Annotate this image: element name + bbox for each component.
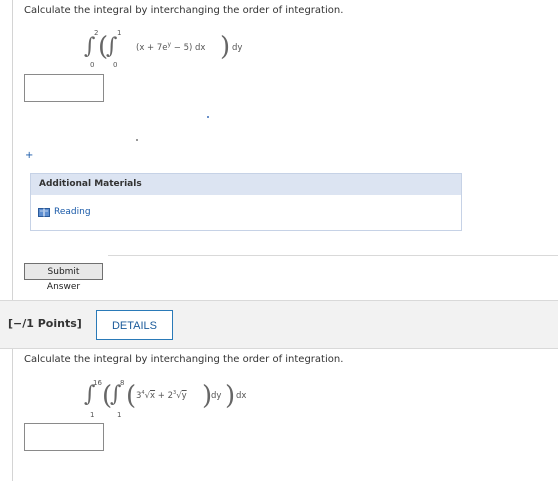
left-border-rule (12, 0, 13, 481)
question1-prompt: Calculate the integral by interchanging … (24, 5, 344, 16)
term2-radicand: y (181, 391, 187, 401)
outer-lower-limit: 0 (90, 61, 95, 69)
inner-upper-limit: 1 (117, 29, 122, 37)
submit-answer-button[interactable]: Submit Answer (24, 263, 103, 292)
outer-upper-limit: 16 (93, 379, 102, 387)
inner-upper-limit: 8 (120, 379, 125, 387)
reading-label: Reading (54, 207, 91, 217)
inner-integral-sign: ∫ (106, 34, 118, 59)
details-button[interactable]: DETAILS (96, 310, 173, 340)
question1-outer-differential: dy (232, 43, 243, 53)
question2-bottom-rule (0, 348, 558, 349)
book-icon (38, 208, 50, 217)
inner-open-paren: ( (126, 381, 137, 411)
additional-materials-panel: Additional Materials Reading (30, 173, 462, 231)
stray-dot-grey (136, 139, 138, 141)
integrand-close: − 5) dx (171, 43, 206, 53)
inner-lower-limit: 1 (117, 411, 122, 419)
outer-lower-limit: 1 (90, 411, 95, 419)
question2-integrand: 34√x + 23√y (136, 391, 187, 401)
question2-prompt: Calculate the integral by interchanging … (24, 354, 344, 365)
inner-integral-sign: ∫ (110, 382, 122, 407)
question2-answer-input[interactable] (24, 423, 104, 451)
question1-integral: ∫ 2 0 ( ∫ 1 0 (x + 7ey − 5) dx ) dy (84, 28, 284, 72)
question2-outer-differential: dx (236, 391, 247, 401)
stray-dot-blue (207, 116, 209, 118)
question2-inner-differential: dy (211, 391, 222, 401)
plus-marker-icon: + (25, 150, 34, 161)
outer-close-paren: ) (225, 381, 236, 411)
outer-close-paren: ) (220, 32, 231, 62)
outer-integral-sign: ∫ (84, 34, 96, 59)
outer-integral-sign: ∫ (84, 382, 96, 407)
integrand-open: (x + 7e (136, 43, 168, 53)
question2-integral: ∫ 16 1 ( ∫ 8 1 ( 34√x + 23√y ) dy ) dx (84, 378, 304, 422)
integrand-plus: + 2 (155, 391, 173, 401)
question2-header-bar (0, 300, 558, 348)
question1-integrand: (x + 7ey − 5) dx (136, 42, 206, 53)
question1-answer-input[interactable] (24, 74, 104, 102)
question2-points: [−/1 Points] (8, 317, 82, 330)
additional-materials-title: Additional Materials (31, 174, 461, 195)
inner-lower-limit: 0 (113, 61, 118, 69)
question2-top-rule (0, 300, 558, 301)
section-divider-upper (108, 255, 558, 256)
